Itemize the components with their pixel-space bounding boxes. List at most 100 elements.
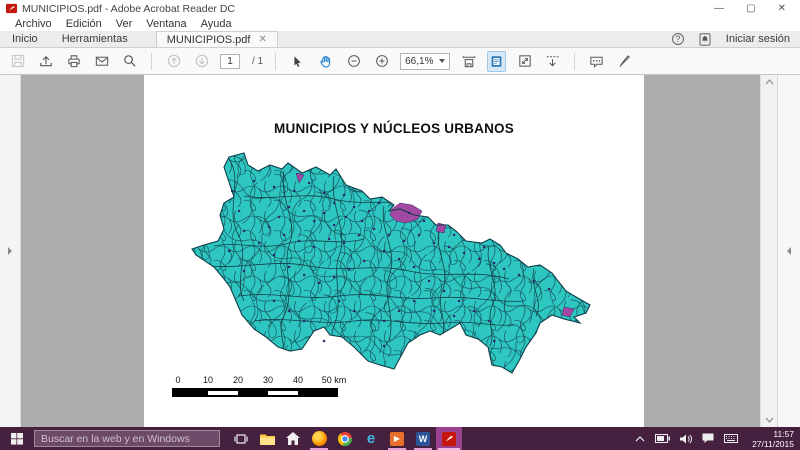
municipalities-region (184, 151, 620, 379)
previous-page-button[interactable] (164, 51, 183, 72)
notification-center-icon[interactable] (702, 433, 714, 444)
tab-inicio[interactable]: Inicio (0, 31, 50, 47)
word-icon: W (416, 432, 430, 446)
zoom-level-dropdown[interactable]: 66,1% (400, 53, 450, 70)
window-title: MUNICIPIOS.pdf - Adobe Acrobat Reader DC (22, 3, 714, 15)
search-icon (122, 53, 138, 69)
battery-icon[interactable] (655, 434, 670, 443)
notification-bell-icon[interactable] (699, 33, 711, 46)
menu-ver[interactable]: Ver (109, 18, 140, 30)
minimize-icon[interactable]: — (714, 4, 724, 14)
sign-button[interactable] (615, 51, 634, 72)
map-title: MUNICIPIOS Y NÚCLEOS URBANOS (144, 121, 644, 136)
chrome-icon (338, 432, 352, 446)
clock-time: 11:57 (752, 429, 794, 439)
arrow-down-icon (194, 53, 210, 69)
navigation-pane-strip (0, 75, 21, 427)
firefox-icon (312, 431, 327, 446)
clock-date: 27/11/2015 (752, 439, 794, 449)
scale-bar-segment (268, 391, 298, 395)
toolbar: / 1 66,1% (0, 48, 800, 75)
volume-icon[interactable] (680, 434, 692, 444)
reading-mode-button[interactable] (515, 51, 534, 72)
select-tool-button[interactable] (288, 51, 307, 72)
tray-expand-icon[interactable] (635, 436, 645, 442)
scroll-up-icon[interactable] (765, 79, 774, 85)
municipality-boundaries (184, 151, 620, 379)
help-icon[interactable]: ? (672, 33, 684, 45)
vertical-scrollbar[interactable] (760, 75, 777, 427)
scale-label-20: 20 (233, 375, 243, 385)
close-icon[interactable]: ✕ (778, 4, 786, 14)
fit-width-icon (461, 53, 477, 69)
pdf-canvas[interactable]: MUNICIPIOS Y NÚCLEOS URBANOS (21, 75, 760, 427)
tab-document-active[interactable]: MUNICIPIOS.pdf ✕ (156, 31, 278, 47)
fit-page-icon (489, 54, 504, 69)
taskbar-search-input[interactable] (34, 430, 220, 447)
save-button[interactable] (8, 51, 27, 72)
expand-tools-pane-icon[interactable] (786, 247, 792, 256)
toolbar-separator (574, 53, 575, 70)
windows-taskbar: e ▶ W 11:57 27/11/2015 (0, 427, 800, 450)
scale-bar: 0 10 20 30 40 50 km (172, 375, 338, 401)
search-button[interactable] (120, 51, 139, 72)
media-player-icon: ▶ (390, 432, 404, 446)
tab-close-icon[interactable]: ✕ (258, 34, 266, 45)
tabbar-right: ? Iniciar sesión (672, 31, 800, 47)
edge-button[interactable]: e (358, 427, 384, 450)
print-button[interactable] (64, 51, 83, 72)
acrobat-app-icon (6, 3, 17, 14)
file-explorer-button[interactable] (254, 427, 280, 450)
chevron-down-icon (439, 59, 445, 63)
scale-label-50km: 50 km (322, 375, 347, 385)
next-page-button[interactable] (192, 51, 211, 72)
windows-logo-icon (11, 433, 23, 445)
zoom-in-button[interactable] (372, 51, 391, 72)
cursor-icon (290, 54, 305, 69)
minus-circle-icon (346, 53, 362, 69)
scale-label-10: 10 (203, 375, 213, 385)
upload-cloud-icon (38, 53, 54, 69)
menu-archivo[interactable]: Archivo (8, 18, 59, 30)
tab-document-label: MUNICIPIOS.pdf (167, 34, 251, 46)
menu-ventana[interactable]: Ventana (139, 18, 193, 30)
taskbar-clock[interactable]: 11:57 27/11/2015 (748, 429, 794, 449)
menu-edicion[interactable]: Edición (59, 18, 109, 30)
system-tray: 11:57 27/11/2015 (635, 429, 800, 449)
comment-button[interactable] (587, 51, 606, 72)
page-number-input[interactable] (220, 54, 240, 69)
scroll-down-icon[interactable] (765, 417, 774, 423)
edge-icon: e (367, 431, 375, 446)
scale-label-0: 0 (175, 375, 180, 385)
home-app-button[interactable] (280, 427, 306, 450)
menu-ayuda[interactable]: Ayuda (194, 18, 239, 30)
acrobat-window: MUNICIPIOS.pdf - Adobe Acrobat Reader DC… (0, 0, 800, 450)
keyboard-icon[interactable] (724, 434, 738, 443)
pen-icon (617, 53, 633, 69)
maximize-icon[interactable]: ▢ (746, 4, 755, 14)
tab-herramientas[interactable]: Herramientas (50, 31, 140, 47)
share-button[interactable] (36, 51, 55, 72)
expand-nav-pane-icon[interactable] (7, 247, 13, 256)
scrolling-mode-button[interactable] (543, 51, 562, 72)
acrobat-reader-button[interactable] (436, 427, 462, 450)
media-player-button[interactable]: ▶ (384, 427, 410, 450)
fit-page-button[interactable] (487, 51, 506, 72)
sign-in-button[interactable]: Iniciar sesión (726, 33, 790, 45)
tab-bar: Inicio Herramientas MUNICIPIOS.pdf ✕ ? I… (0, 31, 800, 48)
tools-pane-strip (777, 75, 800, 427)
fit-width-button[interactable] (459, 51, 478, 72)
start-button[interactable] (0, 427, 34, 450)
firefox-button[interactable] (306, 427, 332, 450)
pdf-page: MUNICIPIOS Y NÚCLEOS URBANOS (144, 75, 644, 427)
task-view-button[interactable] (228, 427, 254, 450)
toolbar-separator (151, 53, 152, 70)
envelope-icon (94, 53, 110, 69)
zoom-out-button[interactable] (344, 51, 363, 72)
word-button[interactable]: W (410, 427, 436, 450)
email-button[interactable] (92, 51, 111, 72)
title-bar: MUNICIPIOS.pdf - Adobe Acrobat Reader DC… (0, 0, 800, 17)
hand-tool-button[interactable] (316, 51, 335, 72)
home-icon (286, 432, 300, 445)
chrome-button[interactable] (332, 427, 358, 450)
